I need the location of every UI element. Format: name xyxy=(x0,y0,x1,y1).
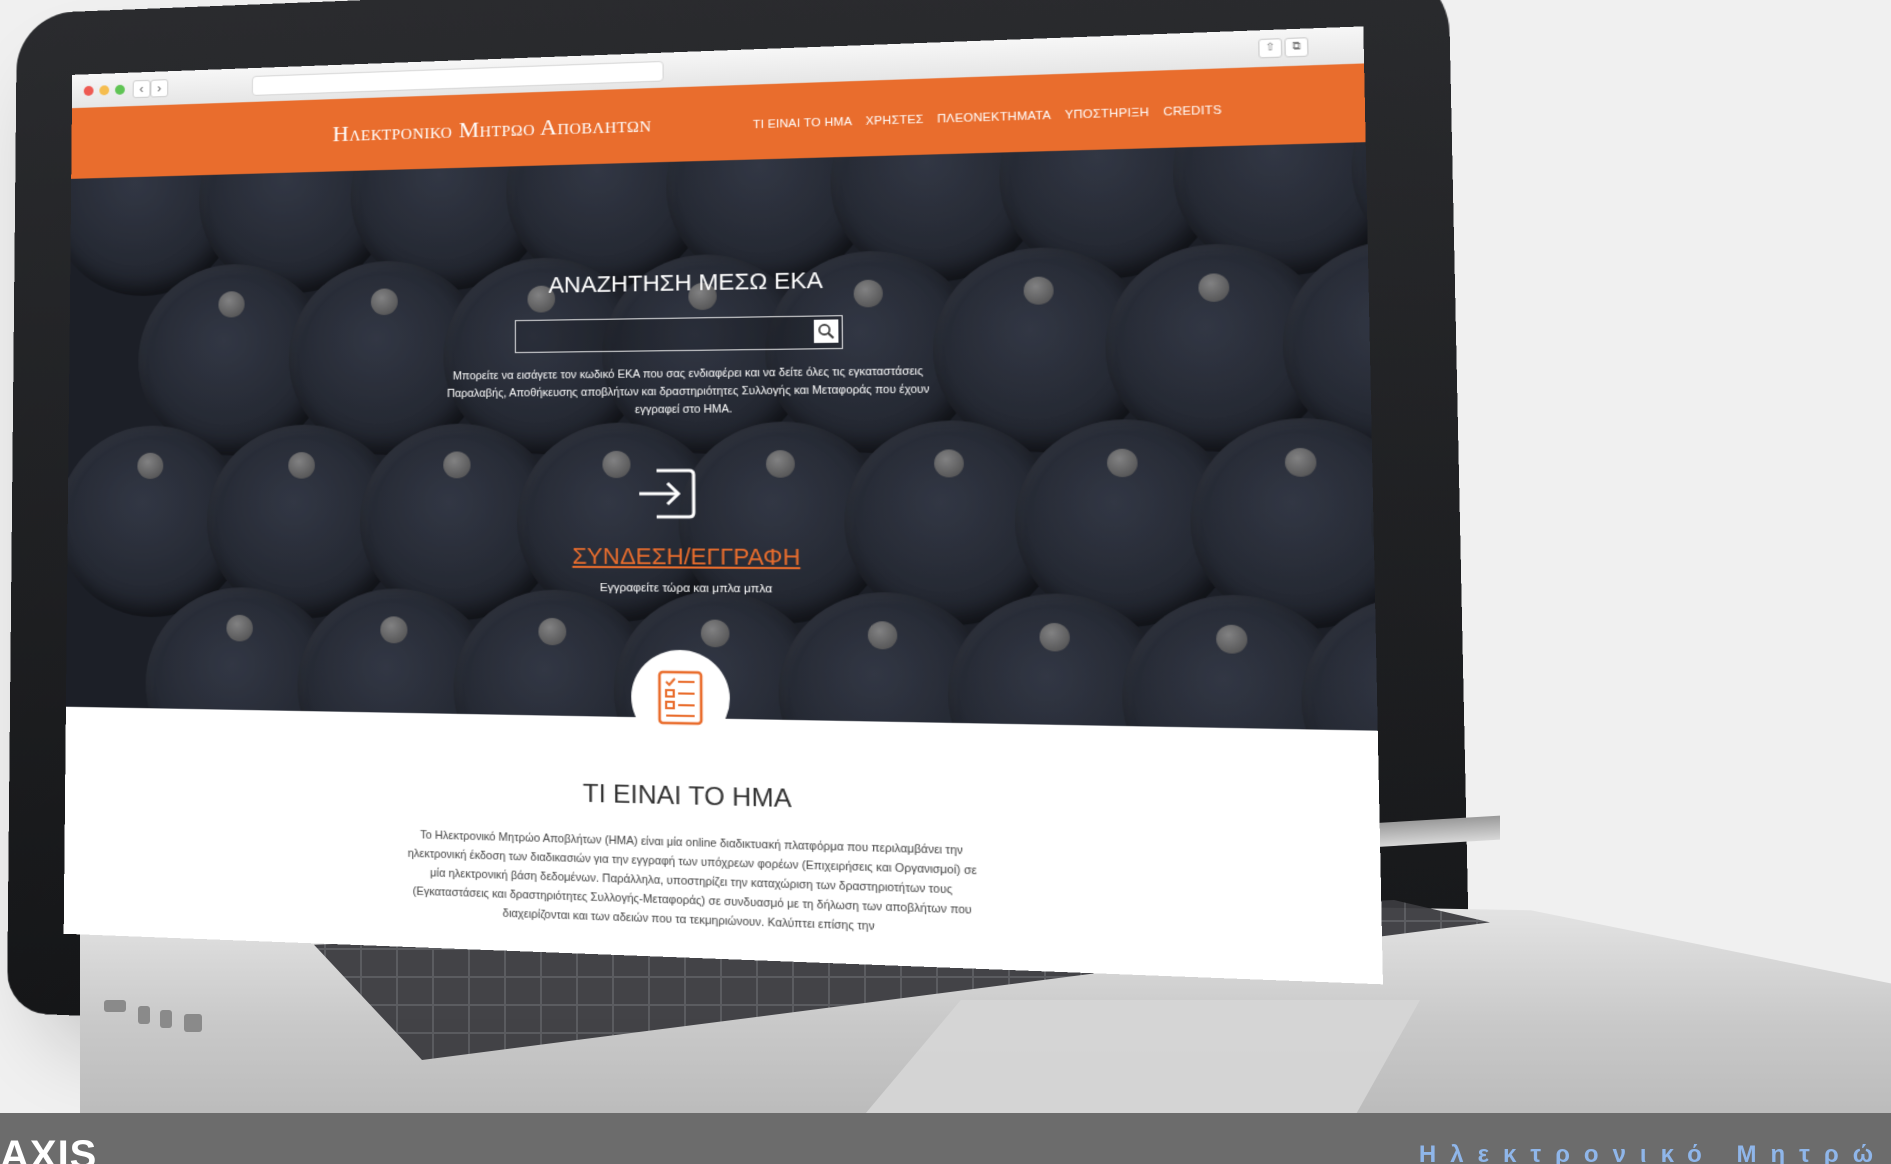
about-badge xyxy=(631,649,731,747)
laptop-screen: ‹ › ⇧ ⧉ Ηλεκτρονικο Μητρωο Αποβλητων ΤΙ … xyxy=(63,26,1383,985)
port-hdmi-icon xyxy=(184,1014,202,1032)
nav-item-what-is[interactable]: ΤΙ ΕΙΝΑΙ ΤΟ ΗΜΑ xyxy=(753,116,852,132)
nav-item-advantages[interactable]: ΠΛΕΟΝΕΚΤΗΜΑΤΑ xyxy=(937,109,1051,125)
login-icon[interactable] xyxy=(633,464,701,523)
about-text: Το Ηλεκτρονικό Μητρώο Αποβλήτων (ΗΜΑ) εί… xyxy=(407,828,977,934)
hero-section: ΑΝΑΖΗΤΗΣΗ ΜΕΣΩ ΕΚΑ Μπορείτε να εισάγετε … xyxy=(65,142,1378,731)
share-icon[interactable]: ⇧ xyxy=(1258,38,1283,59)
hero-overlay xyxy=(65,142,1378,731)
search-input[interactable] xyxy=(514,315,843,354)
tabs-icon[interactable]: ⧉ xyxy=(1284,37,1309,58)
maximize-window-icon[interactable] xyxy=(114,84,125,95)
checklist-icon xyxy=(657,670,703,726)
footer-tagline: Ηλεκτρονικό Μητρώ xyxy=(1418,1141,1887,1164)
footer-band: AXIS Ηλεκτρονικό Μητρώ xyxy=(0,1113,1891,1164)
nav-item-credits[interactable]: CREDITS xyxy=(1163,104,1222,119)
about-title: ΤΙ ΕΙΝΑΙ ΤΟ ΗΜΑ xyxy=(582,779,792,814)
port-usb-icon xyxy=(138,1006,150,1024)
nav-item-users[interactable]: ΧΡΗΣΤΕΣ xyxy=(866,113,924,127)
port-usb-icon xyxy=(160,1010,172,1028)
top-navigation: ΤΙ ΕΙΝΑΙ ΤΟ ΗΜΑ ΧΡΗΣΤΕΣ ΠΛΕΟΝΕΚΤΗΜΑΤΑ ΥΠ… xyxy=(753,104,1222,131)
mockup-stage: ‹ › ⇧ ⧉ Ηλεκτρονικο Μητρωο Αποβλητων ΤΙ … xyxy=(0,0,1891,1164)
search-button[interactable] xyxy=(813,319,839,344)
close-window-icon[interactable] xyxy=(83,85,94,96)
search-help-text: Μπορείτε να εισάγετε τον κωδικό ΕΚΑ που … xyxy=(446,365,930,417)
port-power-icon xyxy=(104,1000,126,1012)
footer-logo: AXIS xyxy=(0,1133,98,1164)
search-icon xyxy=(817,323,835,340)
minimize-window-icon[interactable] xyxy=(99,85,110,96)
site-brand[interactable]: Ηλεκτρονικο Μητρωο Αποβλητων xyxy=(333,111,652,148)
chevron-left-icon[interactable]: ‹ xyxy=(132,79,151,99)
chevron-right-icon[interactable]: › xyxy=(150,79,169,98)
nav-item-support[interactable]: ΥΠΟΣΤΗΡΙΞΗ xyxy=(1065,106,1150,121)
